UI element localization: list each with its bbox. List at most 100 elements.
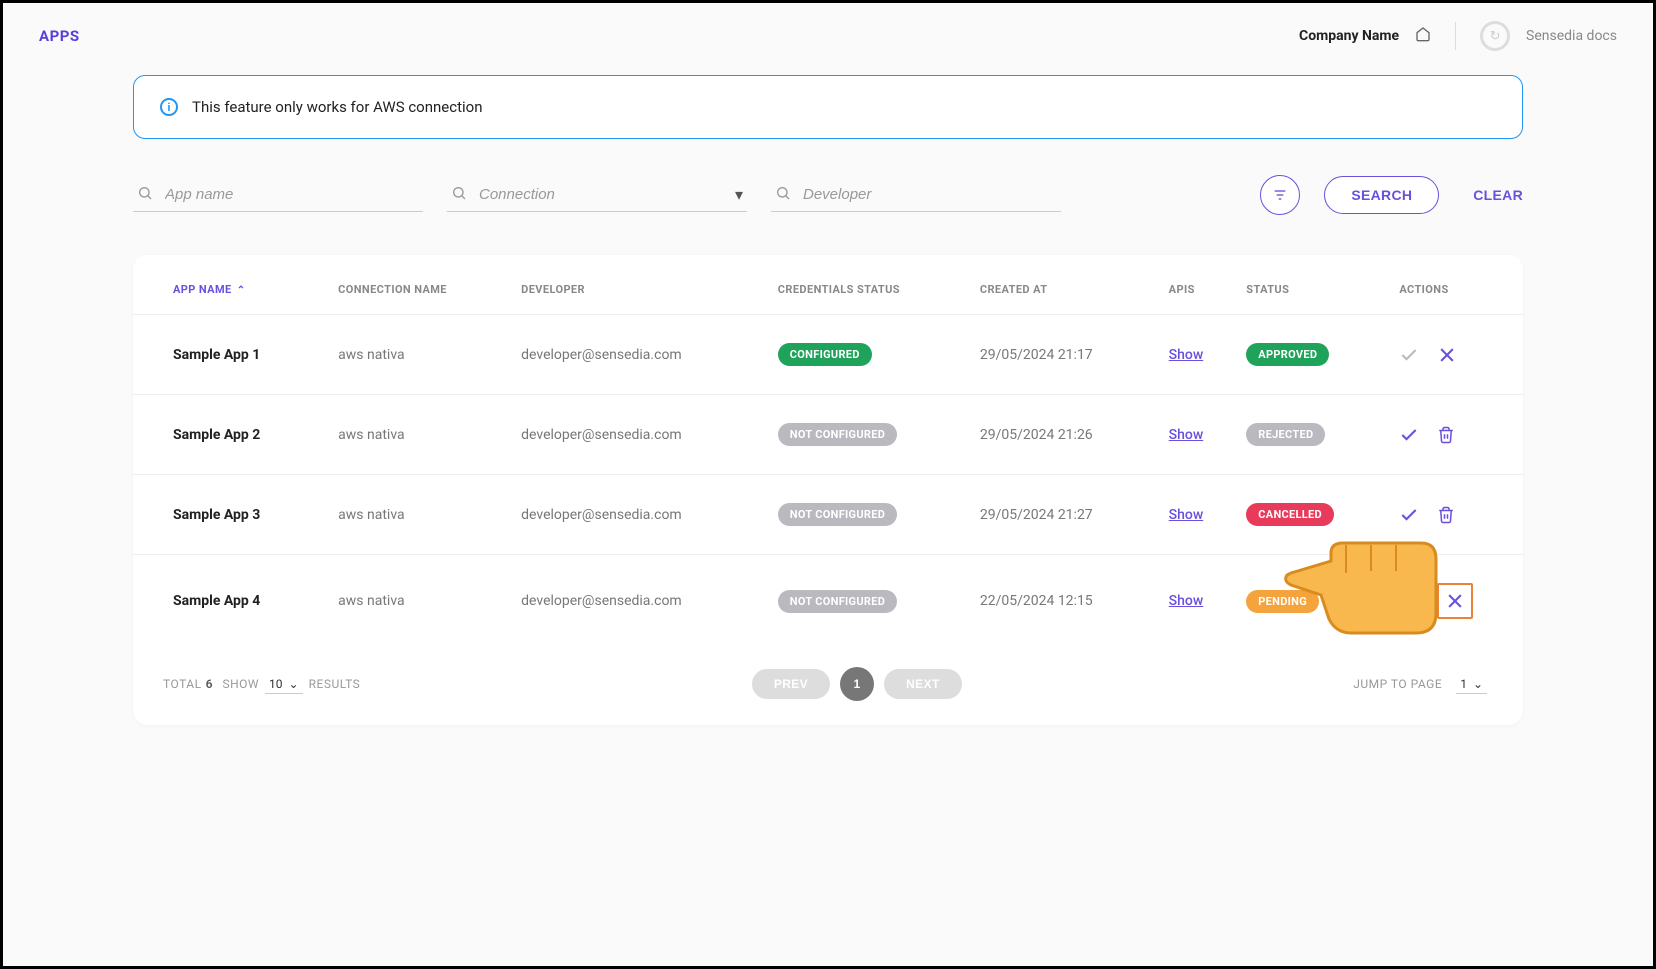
status-badge: CANCELLED — [1246, 503, 1334, 526]
reject-icon[interactable] — [1437, 583, 1473, 619]
created-cell: 29/05/2024 21:27 — [970, 475, 1159, 555]
filter-bar: ▾ SEARCH CLEAR — [133, 175, 1523, 215]
apis-cell: Show — [1159, 315, 1237, 395]
jump-label: JUMP TO PAGE — [1353, 677, 1442, 691]
show-label: SHOW — [222, 677, 259, 691]
chevron-down-icon: ⌄ — [1473, 677, 1483, 691]
page-size-value: 10 — [269, 677, 283, 691]
approve-icon[interactable] — [1399, 505, 1419, 525]
show-apis-link[interactable]: Show — [1169, 347, 1204, 363]
col-app-name[interactable]: APP NAME ⌃ — [133, 255, 328, 315]
pagination: TOTAL 6 SHOW 10 ⌄ RESULTS PREV 1 NEXT JU… — [133, 647, 1523, 701]
created-cell: 29/05/2024 21:17 — [970, 315, 1159, 395]
delete-icon[interactable] — [1437, 426, 1455, 444]
cred-badge: NOT CONFIGURED — [778, 423, 897, 446]
developer-cell: developer@sensedia.com — [511, 555, 768, 648]
search-icon — [451, 185, 467, 205]
apis-cell: Show — [1159, 555, 1237, 648]
divider — [1455, 22, 1456, 50]
cred-badge: CONFIGURED — [778, 343, 872, 366]
app-name-input[interactable] — [165, 186, 419, 203]
next-button[interactable]: NEXT — [884, 669, 962, 699]
table-row: Sample App 3aws nativadeveloper@sensedia… — [133, 475, 1523, 555]
connection-cell: aws nativa — [328, 475, 511, 555]
reject-icon[interactable] — [1437, 345, 1457, 365]
delete-icon[interactable] — [1437, 506, 1455, 524]
approve-icon[interactable] — [1399, 345, 1419, 365]
page-number[interactable]: 1 — [840, 667, 874, 701]
status-badge: PENDING — [1246, 590, 1319, 613]
app-name-cell: Sample App 3 — [133, 475, 328, 555]
cred-status-cell: NOT CONFIGURED — [768, 395, 970, 475]
col-connection[interactable]: CONNECTION NAME — [328, 255, 511, 315]
apps-table-card: APP NAME ⌃ CONNECTION NAME DEVELOPER CRE… — [133, 255, 1523, 725]
connection-field[interactable]: ▾ — [447, 179, 747, 212]
total-label: TOTAL — [163, 677, 202, 691]
page-size-select[interactable]: 10 ⌄ — [265, 675, 303, 694]
status-cell: PENDING — [1236, 555, 1389, 648]
docs-link[interactable]: Sensedia docs — [1526, 28, 1617, 44]
created-cell: 22/05/2024 12:15 — [970, 555, 1159, 648]
show-apis-link[interactable]: Show — [1169, 507, 1204, 523]
company-name: Company Name — [1299, 28, 1399, 44]
show-apis-link[interactable]: Show — [1169, 427, 1204, 443]
actions-cell — [1389, 555, 1523, 648]
developer-cell: developer@sensedia.com — [511, 475, 768, 555]
developer-cell: developer@sensedia.com — [511, 315, 768, 395]
connection-cell: aws nativa — [328, 315, 511, 395]
apis-cell: Show — [1159, 475, 1237, 555]
developer-cell: developer@sensedia.com — [511, 395, 768, 475]
status-cell: REJECTED — [1236, 395, 1389, 475]
apps-table: APP NAME ⌃ CONNECTION NAME DEVELOPER CRE… — [133, 255, 1523, 647]
cred-badge: NOT CONFIGURED — [778, 503, 897, 526]
col-developer[interactable]: DEVELOPER — [511, 255, 768, 315]
connection-cell: aws nativa — [328, 555, 511, 648]
info-icon: i — [160, 98, 178, 116]
chevron-down-icon: ⌄ — [289, 677, 299, 691]
clear-button[interactable]: CLEAR — [1473, 187, 1523, 203]
home-icon[interactable] — [1415, 26, 1431, 46]
topbar: APPS Company Name ↻ Sensedia docs — [3, 3, 1653, 69]
approve-icon[interactable] — [1399, 591, 1419, 611]
connection-input[interactable] — [479, 186, 723, 203]
sort-asc-icon: ⌃ — [237, 285, 246, 296]
developer-input[interactable] — [803, 186, 1057, 203]
total-value: 6 — [206, 677, 213, 691]
status-cell: APPROVED — [1236, 315, 1389, 395]
table-row: Sample App 1aws nativadeveloper@sensedia… — [133, 315, 1523, 395]
app-name-cell: Sample App 2 — [133, 395, 328, 475]
status-badge: APPROVED — [1246, 343, 1329, 366]
table-row: Sample App 4aws nativadeveloper@sensedia… — [133, 555, 1523, 648]
info-banner: i This feature only works for AWS connec… — [133, 75, 1523, 139]
search-button[interactable]: SEARCH — [1324, 176, 1439, 214]
col-cred-status[interactable]: CREDENTIALS STATUS — [768, 255, 970, 315]
app-name-cell: Sample App 1 — [133, 315, 328, 395]
search-icon — [137, 185, 153, 205]
created-cell: 29/05/2024 21:26 — [970, 395, 1159, 475]
table-row: Sample App 2aws nativadeveloper@sensedia… — [133, 395, 1523, 475]
search-icon — [775, 185, 791, 205]
col-created[interactable]: CREATED AT — [970, 255, 1159, 315]
cred-status-cell: CONFIGURED — [768, 315, 970, 395]
jump-page-value: 1 — [1460, 677, 1467, 691]
actions-cell — [1389, 475, 1523, 555]
apis-cell: Show — [1159, 395, 1237, 475]
approve-icon[interactable] — [1399, 425, 1419, 445]
filter-icon-button[interactable] — [1260, 175, 1300, 215]
actions-cell — [1389, 395, 1523, 475]
status-badge: REJECTED — [1246, 423, 1325, 446]
app-name-field[interactable] — [133, 179, 423, 212]
app-name-cell: Sample App 4 — [133, 555, 328, 648]
show-apis-link[interactable]: Show — [1169, 593, 1204, 609]
developer-field[interactable] — [771, 179, 1061, 212]
chevron-down-icon[interactable]: ▾ — [735, 185, 743, 204]
col-apis[interactable]: APIS — [1159, 255, 1237, 315]
jump-page-select[interactable]: 1 ⌄ — [1456, 675, 1487, 694]
connection-cell: aws nativa — [328, 395, 511, 475]
page-title: APPS — [39, 27, 80, 45]
prev-button[interactable]: PREV — [752, 669, 830, 699]
col-actions: ACTIONS — [1389, 255, 1523, 315]
loading-icon: ↻ — [1480, 21, 1510, 51]
col-status[interactable]: STATUS — [1236, 255, 1389, 315]
cred-status-cell: NOT CONFIGURED — [768, 475, 970, 555]
